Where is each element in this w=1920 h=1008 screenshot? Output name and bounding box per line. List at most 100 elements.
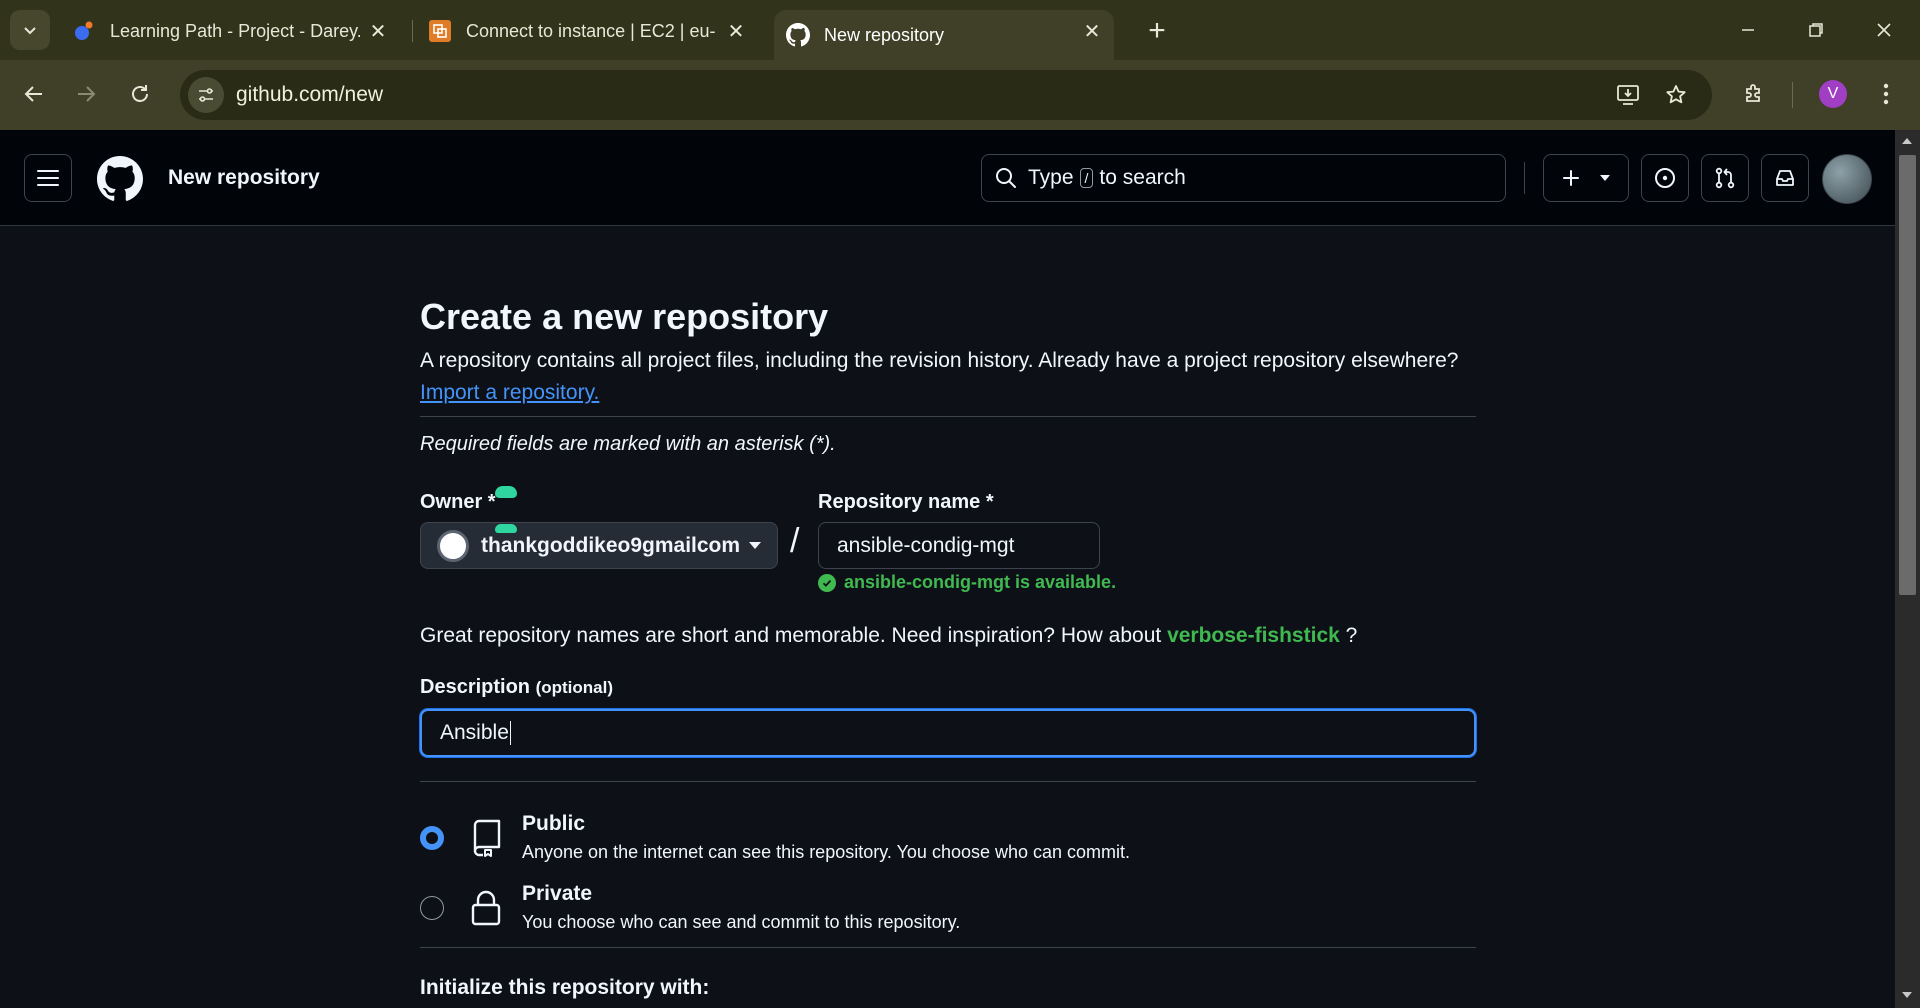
new-tab-button[interactable]: + <box>1140 14 1174 48</box>
scroll-down-arrow-icon[interactable] <box>1902 992 1912 998</box>
page-description: A repository contains all project files,… <box>420 345 1480 409</box>
description-value: Ansible <box>440 721 509 744</box>
back-button[interactable] <box>14 74 54 114</box>
browser-menu-button[interactable] <box>1866 74 1906 114</box>
required-fields-note: Required fields are marked with an aster… <box>420 433 836 455</box>
tab-search-button[interactable] <box>10 10 50 50</box>
arrow-left-icon <box>24 86 42 102</box>
owner-value: thankgoddikeo9gmailcom <box>481 533 741 557</box>
text-caret <box>509 721 512 745</box>
initialize-section-title: Initialize this repository with: <box>420 976 710 999</box>
url-text: github.com/new <box>236 83 384 106</box>
visibility-option-private[interactable]: Private You choose who can see and commi… <box>420 882 960 933</box>
private-description: You choose who can see and commit to thi… <box>522 912 961 932</box>
tab-title: New repository <box>824 24 945 45</box>
close-tab-icon[interactable]: ✕ <box>724 19 748 43</box>
profile-button[interactable]: V <box>1813 74 1853 114</box>
search-shortcut-key: / <box>1079 168 1094 188</box>
global-search-input[interactable]: Type / to search <box>981 154 1506 202</box>
suggestion-text: Great repository names are short and mem… <box>420 624 1162 647</box>
close-window-button[interactable] <box>1862 10 1906 50</box>
cursor-highlight-marker <box>495 486 517 498</box>
arrow-right-icon <box>78 86 96 102</box>
minimize-button[interactable] <box>1726 10 1770 50</box>
page-scrollbar[interactable] <box>1895 130 1920 1008</box>
lock-icon <box>468 888 504 928</box>
private-radio[interactable] <box>420 896 444 920</box>
search-icon <box>996 168 1016 188</box>
availability-message: ansible-condig-mgt is available. <box>818 572 1116 593</box>
caret-down-icon <box>1600 175 1610 181</box>
site-info-button[interactable] <box>188 77 224 113</box>
puzzle-icon <box>1746 84 1760 102</box>
browser-toolbar: github.com/new V <box>0 60 1920 130</box>
cursor-highlight-marker <box>495 524 517 533</box>
lead-text: A repository contains all project files,… <box>420 349 1459 372</box>
scroll-up-arrow-icon[interactable] <box>1902 138 1912 144</box>
tab-separator <box>412 20 413 42</box>
reload-button[interactable] <box>120 74 160 114</box>
hamburger-icon <box>37 170 59 186</box>
close-tab-icon[interactable]: ✕ <box>1080 19 1104 43</box>
browser-tab-bar: Learning Path - Project - Darey. ✕ Conne… <box>0 0 1920 60</box>
forward-button[interactable] <box>66 74 106 114</box>
owner-avatar <box>437 529 469 562</box>
toolbar-divider <box>1792 82 1793 108</box>
github-favicon-icon <box>786 23 810 47</box>
owner-repo-separator: / <box>790 522 800 560</box>
bookmark-button[interactable] <box>1658 77 1694 113</box>
extensions-button[interactable] <box>1734 74 1774 114</box>
tab-new-repository[interactable]: New repository ✕ <box>774 10 1114 60</box>
public-radio[interactable] <box>420 826 444 850</box>
github-logo-icon[interactable] <box>97 156 143 202</box>
page-title: Create a new repository <box>420 296 829 337</box>
close-tab-icon[interactable]: ✕ <box>366 19 390 43</box>
close-icon <box>1877 23 1891 37</box>
star-icon <box>1666 85 1686 104</box>
chevron-down-icon <box>24 27 36 35</box>
repo-name-input[interactable]: ansible-condig-mgt <box>818 522 1100 569</box>
restore-button[interactable] <box>1794 10 1838 50</box>
notifications-button[interactable] <box>1761 154 1809 202</box>
check-circle-icon <box>818 573 836 592</box>
suggestion-tail: ? <box>1345 624 1358 647</box>
search-suffix: to search <box>1099 166 1186 189</box>
global-nav-menu-button[interactable] <box>24 154 72 202</box>
header-divider <box>1524 162 1525 194</box>
owner-select[interactable]: thankgoddikeo9gmailcom <box>420 522 778 569</box>
address-bar[interactable]: github.com/new <box>180 70 1712 120</box>
minimize-icon <box>1742 29 1754 31</box>
git-pull-request-icon <box>1715 167 1735 189</box>
github-page: New repository Type / to search Create a… <box>0 130 1895 1008</box>
owner-label: Owner * <box>420 491 496 513</box>
import-repository-link[interactable]: Import a repository. <box>420 381 599 404</box>
description-input[interactable]: Ansible <box>420 709 1476 757</box>
github-header: New repository Type / to search <box>0 130 1895 226</box>
issues-button[interactable] <box>1641 154 1689 202</box>
tab-title: Connect to instance | EC2 | eu-r <box>466 20 716 41</box>
tab-learning-path[interactable]: Learning Path - Project - Darey. ✕ <box>70 10 400 52</box>
suggested-name-button[interactable]: verbose-fishstick <box>1167 624 1340 647</box>
divider <box>420 781 1476 782</box>
plus-icon <box>1563 170 1579 186</box>
divider <box>420 947 1476 948</box>
tune-icon <box>199 88 213 102</box>
caret-down-icon <box>749 542 761 549</box>
profile-avatar: V <box>1819 80 1847 108</box>
repo-icon <box>468 818 504 858</box>
user-avatar-button[interactable] <box>1822 154 1872 204</box>
reload-icon <box>132 85 148 102</box>
description-label: Description (optional) <box>420 676 613 699</box>
repo-name-value: ansible-condig-mgt <box>837 533 1015 557</box>
tab-ec2-connect[interactable]: Connect to instance | EC2 | eu-r ✕ <box>428 10 758 52</box>
install-app-button[interactable] <box>1610 77 1646 113</box>
search-prefix: Type <box>1028 166 1074 189</box>
visibility-option-public[interactable]: Public Anyone on the internet can see th… <box>420 812 1130 863</box>
public-description: Anyone on the internet can see this repo… <box>522 842 1131 862</box>
restore-icon <box>1809 23 1823 37</box>
page-context-title[interactable]: New repository <box>168 166 320 190</box>
public-title: Public <box>522 812 586 835</box>
pull-requests-button[interactable] <box>1701 154 1749 202</box>
create-new-button[interactable] <box>1543 154 1629 202</box>
scrollbar-thumb[interactable] <box>1899 155 1916 595</box>
